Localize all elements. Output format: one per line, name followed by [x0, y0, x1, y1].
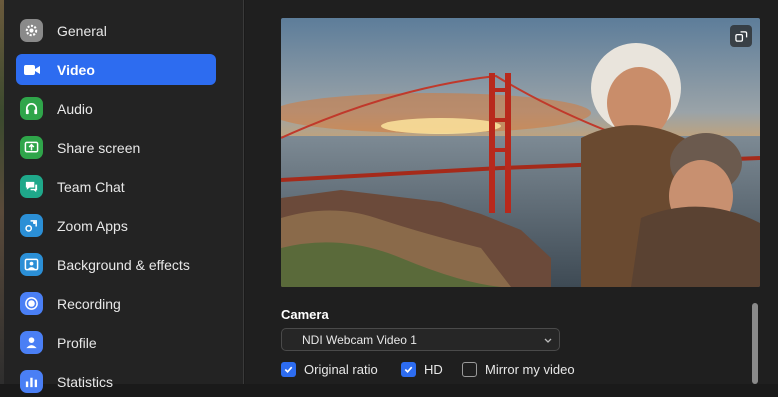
checkbox-checked-icon	[281, 361, 296, 377]
chevron-down-icon	[544, 338, 552, 343]
camera-select[interactable]: NDI Webcam Video 1	[281, 328, 560, 351]
video-options: Original ratio HD Mirror my video	[281, 360, 761, 380]
sidebar-item-team-chat[interactable]: Team Chat	[16, 171, 216, 202]
mirror-video-checkbox[interactable]: Mirror my video	[462, 360, 575, 378]
checkbox-label: HD	[424, 361, 443, 377]
headphones-icon	[20, 97, 43, 120]
sidebar-item-general[interactable]: General	[16, 15, 216, 46]
sidebar-item-audio[interactable]: Audio	[16, 93, 216, 124]
hd-checkbox[interactable]: HD	[401, 360, 443, 378]
recording-icon	[20, 292, 43, 315]
sidebar-item-label: Statistics	[57, 373, 114, 390]
sidebar-item-label: General	[57, 22, 107, 39]
sidebar-item-background-effects[interactable]: Background & effects	[16, 249, 216, 280]
video-camera-icon	[20, 58, 43, 81]
checkbox-label: Original ratio	[304, 361, 378, 377]
checkbox-unchecked-icon	[462, 361, 477, 377]
camera-select-value: NDI Webcam Video 1	[302, 332, 417, 347]
sidebar-item-label: Zoom Apps	[57, 217, 128, 234]
checkbox-label: Mirror my video	[485, 361, 575, 377]
statistics-icon	[20, 370, 43, 393]
sidebar-item-profile[interactable]: Profile	[16, 327, 216, 358]
sidebar-item-video[interactable]: Video	[16, 54, 216, 85]
sidebar-item-label: Video	[57, 61, 95, 78]
rotate-icon	[734, 30, 747, 42]
share-screen-icon	[20, 136, 43, 159]
sidebar-item-label: Profile	[57, 334, 97, 351]
sidebar-item-recording[interactable]: Recording	[16, 288, 216, 319]
background-icon	[20, 253, 43, 276]
sidebar-item-label: Recording	[57, 295, 121, 312]
sidebar-item-statistics[interactable]: Statistics	[16, 366, 216, 397]
rotate-camera-button[interactable]	[730, 25, 752, 47]
chat-icon	[20, 175, 43, 198]
profile-icon	[20, 331, 43, 354]
sidebar-item-label: Audio	[57, 100, 93, 117]
settings-sidebar: General Video Audio Share screen Team Ch…	[4, 0, 244, 393]
sidebar-item-label: Team Chat	[57, 178, 125, 195]
original-ratio-checkbox[interactable]: Original ratio	[281, 360, 378, 378]
apps-icon	[20, 214, 43, 237]
sidebar-item-label: Share screen	[57, 139, 141, 156]
panel-scrollbar[interactable]	[752, 303, 758, 384]
gear-icon	[20, 19, 43, 42]
checkbox-checked-icon	[401, 361, 416, 377]
video-settings-panel: Camera NDI Webcam Video 1 Original ratio…	[245, 0, 778, 384]
sidebar-item-label: Background & effects	[57, 256, 190, 273]
camera-preview	[281, 18, 760, 287]
sidebar-item-zoom-apps[interactable]: Zoom Apps	[16, 210, 216, 241]
camera-section-label: Camera	[281, 307, 329, 322]
preview-image	[281, 18, 760, 287]
sidebar-item-share-screen[interactable]: Share screen	[16, 132, 216, 163]
